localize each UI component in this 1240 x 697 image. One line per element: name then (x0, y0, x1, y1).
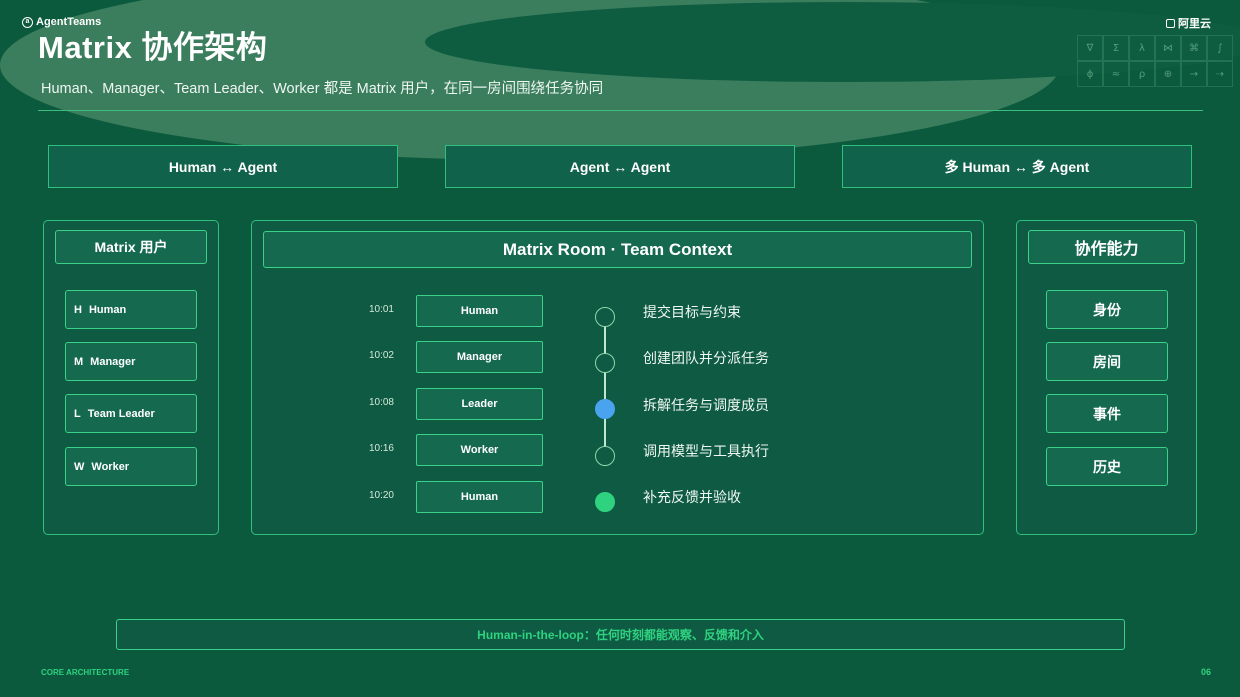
glyph-cell: ϕ (1077, 61, 1103, 87)
capability-identity: 身份 (1046, 290, 1168, 329)
timeline-time: 10:01 (368, 304, 394, 315)
timeline-dot (595, 307, 615, 327)
capabilities-panel-title: 协作能力 (1028, 230, 1185, 264)
timeline-step: 补充反馈并验收 (643, 489, 741, 505)
timeline-step: 提交目标与约束 (643, 304, 741, 320)
user-abbr: W (74, 460, 85, 473)
timeline-time: 10:16 (368, 443, 394, 454)
timeline-time: 10:08 (368, 397, 394, 408)
capability-history: 历史 (1046, 447, 1168, 486)
user-item-worker: W Worker (65, 447, 197, 486)
glyph-cell: ⊕ (1155, 61, 1181, 87)
mode-human-agent: Human ↔ Agent (48, 145, 398, 188)
capability-event: 事件 (1046, 394, 1168, 433)
user-abbr: L (74, 407, 81, 420)
glyph-cell: ⇢ (1207, 61, 1233, 87)
user-abbr: H (74, 303, 82, 316)
room-panel-title: Matrix Room · Team Context (263, 231, 972, 268)
glyph-cell: ρ (1129, 61, 1155, 87)
user-label: Worker (91, 460, 130, 473)
partner-name: 阿里云 (1178, 18, 1211, 30)
glyph-cell: ∫ (1207, 35, 1233, 61)
glyph-cell: ≈ (1103, 61, 1129, 87)
page-title: Matrix 协作架构 (38, 30, 268, 65)
user-label: Human (88, 303, 127, 316)
timeline-line (604, 318, 606, 466)
timeline-dot-done (595, 492, 615, 512)
timeline-actor: Human (416, 295, 543, 327)
timeline-step: 调用模型与工具执行 (643, 443, 769, 459)
page-number: 06 (1200, 667, 1211, 677)
mode-agent-agent: Agent ↔ Agent (445, 145, 795, 188)
timeline-step: 创建团队并分派任务 (643, 350, 769, 366)
page-subtitle: Human、Manager、Team Leader、Worker 都是 Matr… (41, 81, 604, 97)
capability-room: 房间 (1046, 342, 1168, 381)
timeline-dot (595, 446, 615, 466)
user-abbr: M (74, 355, 84, 368)
glyph-cell: Σ (1103, 35, 1129, 61)
timeline-time: 10:20 (368, 490, 394, 501)
footer-section-label: CORE ARCHITECTURE (41, 668, 130, 677)
timeline-time: 10:02 (368, 350, 394, 361)
glyph-cell: ⋈ (1155, 35, 1181, 61)
glyph-cell: ⌘ (1181, 35, 1207, 61)
timeline-actor: Human (416, 481, 543, 513)
glyph-cell: ∇ (1077, 35, 1103, 61)
timeline-actor: Leader (416, 388, 543, 420)
users-panel-title: Matrix 用户 (55, 230, 207, 264)
timeline-actor: Worker (416, 434, 543, 466)
agentteams-logo-icon: a (22, 16, 33, 28)
partner-logo: 阿里云 (1166, 15, 1211, 31)
timeline-step: 拆解任务与调度成员 (643, 397, 769, 413)
glyph-cell: λ (1129, 35, 1155, 61)
mode-multi-human-multi-agent: 多 Human ↔ 多 Agent (842, 145, 1192, 188)
timeline-dot-active (595, 399, 615, 419)
user-item-manager: M Manager (65, 342, 197, 381)
timeline-actor: Manager (416, 341, 543, 373)
title-divider (38, 110, 1203, 111)
user-item-team-leader: L Team Leader (65, 394, 197, 433)
timeline-dot (595, 353, 615, 373)
glyph-cell: → (1181, 61, 1207, 87)
human-in-the-loop-banner: Human-in-the-loop：任何时刻都能观察、反馈和介入 (116, 619, 1125, 650)
math-glyph-grid: ∇ Σ λ ⋈ ⌘ ∫ ϕ ≈ ρ ⊕ → ⇢ (1077, 35, 1235, 87)
aliyun-logo-icon (1166, 18, 1175, 28)
user-item-human: H Human (65, 290, 197, 329)
user-label: Manager (90, 355, 136, 368)
user-label: Team Leader (87, 407, 155, 420)
